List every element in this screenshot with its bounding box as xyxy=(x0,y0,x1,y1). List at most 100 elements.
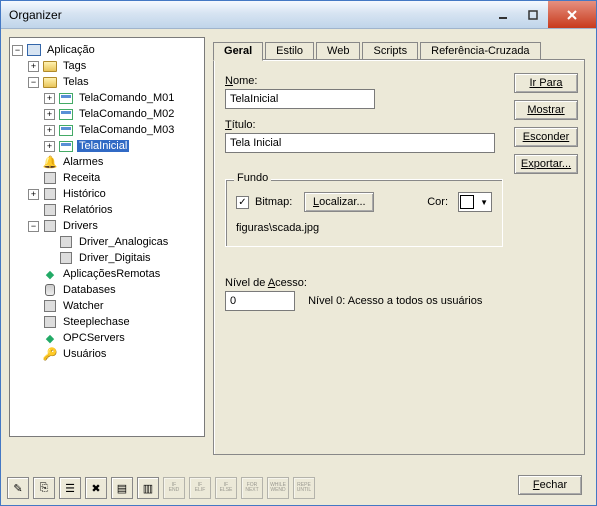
tree-item[interactable]: ◆OPCServers xyxy=(12,330,202,346)
database-icon xyxy=(42,283,58,297)
bitmap-label: Bitmap: xyxy=(255,196,292,208)
tree-item[interactable]: − Telas xyxy=(12,74,202,90)
tree-item-label: Drivers xyxy=(61,220,100,232)
tree-item-label: AplicaçõesRemotas xyxy=(61,268,162,280)
form-area: Nome: TelaInicial Título: Tela Inicial xyxy=(225,71,505,153)
minimize-button[interactable] xyxy=(488,1,518,28)
tabstrip: GeralEstiloWebScriptsReferência-Cruzada xyxy=(213,41,543,60)
collapse-icon[interactable]: − xyxy=(28,77,39,88)
tab-web[interactable]: Web xyxy=(316,42,360,60)
expand-icon[interactable]: + xyxy=(44,141,55,152)
tree-item[interactable]: Relatórios xyxy=(12,202,202,218)
bottom-toolbar: ✎⎘☰✖▤▥IFENDIFELIFIFELSEFORNEXTWHILEWENDR… xyxy=(7,477,315,499)
tree-item[interactable]: + TelaComando_M02 xyxy=(12,106,202,122)
server-icon: ◆ xyxy=(42,267,58,281)
screen-icon xyxy=(58,139,74,153)
tree-item[interactable]: ◆AplicaçõesRemotas xyxy=(12,266,202,282)
tree-item[interactable]: − Aplicação xyxy=(12,42,202,58)
expand-icon[interactable]: + xyxy=(44,93,55,104)
access-area: Nível de Acesso: 0 Nível 0: Acesso a tod… xyxy=(225,273,482,311)
object-tree[interactable]: −Aplicação+Tags−Telas+TelaComando_M01+Te… xyxy=(10,38,204,366)
close-button[interactable] xyxy=(548,1,596,28)
folder-icon xyxy=(42,75,58,89)
collapse-icon[interactable]: − xyxy=(28,221,39,232)
tree-item-label: Usuários xyxy=(61,348,108,360)
tab-referência-cruzada[interactable]: Referência-Cruzada xyxy=(420,42,540,60)
titulo-field[interactable]: Tela Inicial xyxy=(225,133,495,153)
tree-item-label: TelaComando_M01 xyxy=(77,92,176,104)
tree-item[interactable]: Steeplechase xyxy=(12,314,202,330)
item-icon xyxy=(42,171,58,185)
localizar-button[interactable]: Localizar... xyxy=(304,192,374,212)
tree-item-label: Driver_Analogicas xyxy=(77,236,170,248)
copy-icon[interactable]: ⎘ xyxy=(33,477,55,499)
tree-item[interactable]: Databases xyxy=(12,282,202,298)
access-field[interactable]: 0 xyxy=(225,291,295,311)
tree-item-label: Tags xyxy=(61,60,88,72)
tree-item-label: Steeplechase xyxy=(61,316,132,328)
fechar-button[interactable]: Fechar xyxy=(518,475,582,495)
expand-icon[interactable]: + xyxy=(44,125,55,136)
item-icon xyxy=(58,235,74,249)
edit-icon[interactable]: ✎ xyxy=(7,477,29,499)
tab-estilo[interactable]: Estilo xyxy=(265,42,314,60)
screen-icon xyxy=(58,91,74,105)
exportar-button[interactable]: Exportar... xyxy=(514,154,578,174)
delete-icon[interactable]: ✖ xyxy=(85,477,107,499)
sort-desc-icon[interactable]: ▥ xyxy=(137,477,159,499)
if-elif-icon: IFELIF xyxy=(189,477,211,499)
server-icon: ◆ xyxy=(42,331,58,345)
nome-label: Nome: xyxy=(225,75,505,87)
esconder-button[interactable]: Esconder xyxy=(514,127,578,147)
fundo-groupbox: Fundo ✓ Bitmap: Localizar... Cor: ▼ figu… xyxy=(225,179,503,247)
tree-item-label: Databases xyxy=(61,284,118,296)
tree-item[interactable]: + TelaComando_M01 xyxy=(12,90,202,106)
tree-panel: −Aplicação+Tags−Telas+TelaComando_M01+Te… xyxy=(9,37,205,437)
tree-item-label: Receita xyxy=(61,172,102,184)
tree-item[interactable]: + Tags xyxy=(12,58,202,74)
expand-icon[interactable]: + xyxy=(44,109,55,120)
titlebar: Organizer xyxy=(1,1,596,29)
tab-geral[interactable]: Geral xyxy=(213,42,263,61)
bitmap-checkbox[interactable]: ✓ xyxy=(236,196,249,209)
tree-item[interactable]: 🔑Usuários xyxy=(12,346,202,362)
access-desc: Nível 0: Acesso a todos os usuários xyxy=(308,295,482,307)
if-else-icon: IFELSE xyxy=(215,477,237,499)
expand-icon[interactable]: + xyxy=(28,61,39,72)
tree-item-label: Aplicação xyxy=(45,44,97,56)
cor-label: Cor: xyxy=(427,196,448,208)
tree-item[interactable]: Driver_Analogicas xyxy=(12,234,202,250)
tree-item-label: Alarmes xyxy=(61,156,105,168)
sort-asc-icon[interactable]: ▤ xyxy=(111,477,133,499)
tree-item-label: Telas xyxy=(61,76,91,88)
item-icon xyxy=(42,315,58,329)
tree-item[interactable]: Driver_Digitais xyxy=(12,250,202,266)
props-icon[interactable]: ☰ xyxy=(59,477,81,499)
if-end-icon: IFEND xyxy=(163,477,185,499)
nome-field[interactable]: TelaInicial xyxy=(225,89,375,109)
tree-item[interactable]: +TelaInicial xyxy=(12,138,202,154)
tab-scripts[interactable]: Scripts xyxy=(362,42,418,60)
tree-item[interactable]: +TelaComando_M03 xyxy=(12,122,202,138)
maximize-button[interactable] xyxy=(518,1,548,28)
item-icon xyxy=(42,203,58,217)
application-icon xyxy=(26,43,42,57)
folder-icon xyxy=(42,59,58,73)
collapse-icon[interactable]: − xyxy=(12,45,23,56)
color-swatch-icon xyxy=(460,195,474,209)
tree-item[interactable]: Receita xyxy=(12,170,202,186)
expand-icon[interactable]: + xyxy=(28,189,39,200)
tree-item[interactable]: 🔔Alarmes xyxy=(12,154,202,170)
tree-item[interactable]: Watcher xyxy=(12,298,202,314)
for-next-icon: FORNEXT xyxy=(241,477,263,499)
item-icon xyxy=(42,299,58,313)
tree-item[interactable]: − Drivers xyxy=(12,218,202,234)
tree-item-label: Histórico xyxy=(61,188,108,200)
tree-item-label: OPCServers xyxy=(61,332,127,344)
tree-item[interactable]: + Histórico xyxy=(12,186,202,202)
cor-picker[interactable]: ▼ xyxy=(458,192,492,212)
ir-para-button[interactable]: Ir Para xyxy=(514,73,578,93)
mostrar-button[interactable]: Mostrar xyxy=(514,100,578,120)
tree-item-label: TelaComando_M02 xyxy=(77,108,176,120)
chevron-down-icon: ▼ xyxy=(480,198,490,207)
